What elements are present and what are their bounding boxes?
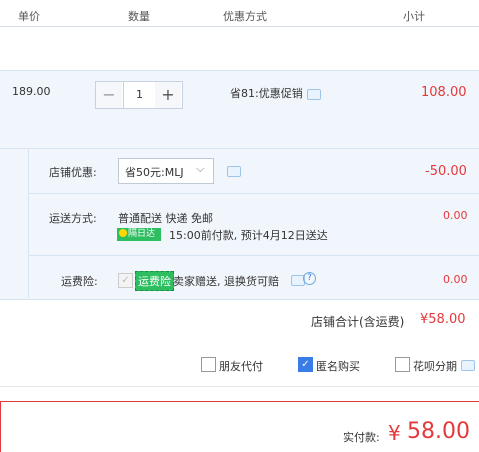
chevron-down-icon: ⌵ [196, 162, 205, 175]
cart-item-row [0, 70, 479, 148]
shop-discount-label: 店铺优惠: [49, 166, 97, 179]
delivery-estimate: 15:00前付款, 预计4月12日送达 [169, 229, 328, 242]
sameday-badge-label: 隔日达 [128, 229, 156, 239]
decrease-button[interactable]: − [96, 82, 122, 108]
col-price-header: 单价 [18, 10, 40, 23]
insurance-fee: 0.00 [443, 273, 468, 286]
unit-price: 189.00 [12, 85, 51, 98]
item-subtotal: 108.00 [421, 85, 467, 100]
insurance-note: 卖家赠送, 退换货可赔 [173, 275, 279, 288]
huabei-label[interactable]: 花呗分期 [413, 358, 457, 374]
shop-total-value: ¥58.00 [420, 312, 466, 327]
quantity-stepper: − 1 + [95, 81, 183, 109]
help-icon[interactable]: ? [303, 272, 316, 285]
payment-currency: ¥ [388, 421, 401, 445]
increase-button[interactable]: + [155, 82, 181, 108]
shop-discount-select[interactable]: 省50元:MLJ ⌵ [118, 158, 214, 184]
row-divider [28, 255, 479, 256]
huabei-checkbox[interactable] [395, 357, 410, 372]
shipping-fee: 0.00 [443, 209, 468, 222]
shop-total-label: 店铺合计(含运费) [311, 315, 405, 329]
anonymous-label[interactable]: 匿名购买 [316, 358, 360, 374]
friend-pay-checkbox[interactable] [201, 357, 216, 372]
shop-discount-selected: 省50元:MLJ [125, 166, 184, 179]
row-divider [28, 193, 479, 194]
payment-label: 实付款: [343, 431, 380, 444]
insurance-badge: 运费险 [135, 271, 174, 291]
options-spacer [0, 343, 479, 344]
col-promo-header: 优惠方式 [223, 10, 267, 23]
chat-bubble-icon[interactable] [461, 360, 475, 371]
insurance-checkbox[interactable]: ✓ [118, 273, 133, 288]
col-subtotal-header: 小计 [403, 10, 425, 23]
insurance-label: 运费险: [61, 275, 98, 288]
item-promo-text: 省81:优惠促销 [230, 87, 303, 100]
friend-pay-label[interactable]: 朋友代付 [219, 358, 263, 374]
section-divider [0, 386, 479, 387]
anonymous-checkbox[interactable]: ✓ [298, 357, 313, 372]
shipping-method: 普通配送 快递 免邮 [118, 212, 213, 225]
sameday-badge: 隔日达 [117, 228, 161, 241]
col-quantity-header: 数量 [128, 10, 150, 23]
shipping-label: 运送方式: [49, 212, 97, 225]
chat-bubble-icon[interactable] [307, 89, 321, 100]
shop-left-divider [0, 148, 29, 298]
payment-amount: 58.00 [407, 419, 470, 444]
chat-bubble-icon[interactable] [227, 166, 241, 177]
clock-icon [119, 229, 127, 237]
shop-discount-amount: -50.00 [425, 164, 467, 179]
quantity-input[interactable]: 1 [123, 81, 156, 109]
column-header-row: 单价 数量 优惠方式 小计 [0, 0, 479, 27]
